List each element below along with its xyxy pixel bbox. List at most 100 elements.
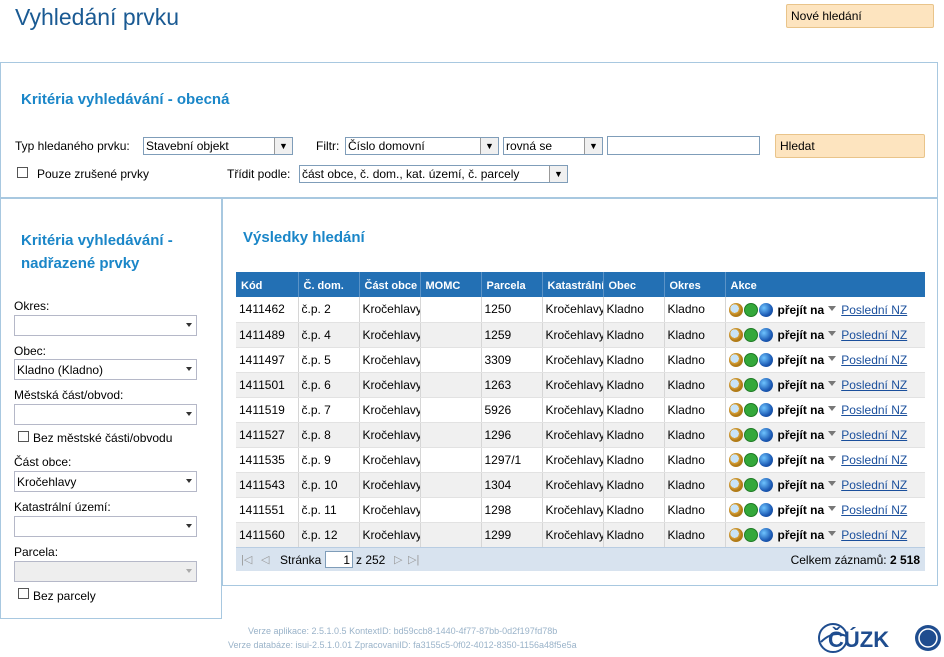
magnifier-icon[interactable]: [728, 477, 743, 492]
chevron-down-icon[interactable]: [828, 506, 837, 512]
page-input[interactable]: [325, 551, 353, 568]
only-cancelled-checkbox[interactable]: [17, 167, 28, 178]
cadastral-combo[interactable]: [14, 516, 197, 537]
goto-menu[interactable]: přejít na: [778, 528, 825, 542]
check-icon[interactable]: [743, 477, 758, 492]
chevron-down-icon[interactable]: [828, 531, 837, 537]
globe-icon[interactable]: [758, 402, 773, 417]
table-row[interactable]: 1411462 č.p. 2 Kročehlavy 1250 Kročehlavy Kla…: [236, 297, 925, 323]
last-nz-link[interactable]: Poslední NZ: [841, 428, 907, 442]
column-header[interactable]: MOMC: [420, 272, 482, 297]
globe-icon[interactable]: [758, 377, 773, 392]
chevron-down-icon[interactable]: [828, 381, 837, 387]
magnifier-icon[interactable]: [728, 427, 743, 442]
sort-select[interactable]: část obce, č. dom., kat. území, č. parce…: [299, 165, 568, 183]
column-header[interactable]: Akce: [725, 272, 925, 297]
goto-menu[interactable]: přejít na: [778, 353, 825, 367]
globe-icon[interactable]: [758, 327, 773, 342]
goto-menu[interactable]: přejít na: [778, 503, 825, 517]
check-icon[interactable]: [743, 452, 758, 467]
first-page-icon[interactable]: |◁: [241, 553, 252, 566]
last-nz-link[interactable]: Poslední NZ: [841, 353, 907, 367]
goto-menu[interactable]: přejít na: [778, 478, 825, 492]
globe-icon[interactable]: [758, 352, 773, 367]
city-part-combo[interactable]: [14, 404, 197, 425]
table-row[interactable]: 1411489 č.p. 4 Kročehlavy 1259 Kročehlavy Kla…: [236, 322, 925, 348]
magnifier-icon[interactable]: [728, 527, 743, 542]
magnifier-icon[interactable]: [728, 352, 743, 367]
check-icon[interactable]: [743, 327, 758, 342]
chevron-down-icon[interactable]: [828, 306, 837, 312]
type-select[interactable]: Stavební objekt ▼: [143, 137, 293, 155]
chevron-down-icon[interactable]: [828, 431, 837, 437]
district-combo[interactable]: [14, 315, 197, 336]
last-nz-link[interactable]: Poslední NZ: [841, 453, 907, 467]
globe-icon[interactable]: [758, 477, 773, 492]
chevron-down-icon[interactable]: [828, 406, 837, 412]
check-icon[interactable]: [743, 402, 758, 417]
last-nz-link[interactable]: Poslední NZ: [841, 503, 907, 517]
column-header[interactable]: Č. dom.: [298, 272, 360, 297]
column-header[interactable]: Obec: [603, 272, 665, 297]
table-row[interactable]: 1411543 č.p. 10 Kročehlavy 1304 Kročehlavy Kl…: [236, 472, 925, 498]
table-row[interactable]: 1411497 č.p. 5 Kročehlavy 3309 Kročehlavy Kla…: [236, 347, 925, 373]
municipality-combo[interactable]: Kladno (Kladno): [14, 359, 197, 380]
column-header[interactable]: Kód: [236, 272, 299, 297]
chevron-down-icon[interactable]: [828, 481, 837, 487]
no-parcel-checkbox[interactable]: [18, 588, 29, 599]
globe-icon[interactable]: [758, 502, 773, 517]
filter-value-input[interactable]: [607, 136, 760, 155]
table-row[interactable]: 1411519 č.p. 7 Kročehlavy 5926 Kročehlavy Kla…: [236, 397, 925, 423]
goto-menu[interactable]: přejít na: [778, 303, 825, 317]
new-search-button[interactable]: Nové hledání: [786, 4, 934, 28]
globe-icon[interactable]: [758, 302, 773, 317]
table-row[interactable]: 1411551 č.p. 11 Kročehlavy 1298 Kročehlavy Kl…: [236, 497, 925, 523]
column-header[interactable]: Část obce: [359, 272, 421, 297]
check-icon[interactable]: [743, 502, 758, 517]
last-page-icon[interactable]: ▷|: [408, 553, 419, 566]
magnifier-icon[interactable]: [728, 452, 743, 467]
check-icon[interactable]: [743, 352, 758, 367]
operator-select[interactable]: rovná se ▼: [503, 137, 603, 155]
chevron-down-icon[interactable]: [828, 456, 837, 462]
last-nz-link[interactable]: Poslední NZ: [841, 378, 907, 392]
column-header[interactable]: Okres: [664, 272, 726, 297]
parcel-combo[interactable]: [14, 561, 197, 582]
last-nz-link[interactable]: Poslední NZ: [841, 303, 907, 317]
goto-menu[interactable]: přejít na: [778, 428, 825, 442]
magnifier-icon[interactable]: [728, 302, 743, 317]
chevron-down-icon[interactable]: [828, 356, 837, 362]
globe-icon[interactable]: [758, 427, 773, 442]
column-header[interactable]: Katastrální: [542, 272, 604, 297]
chevron-down-icon[interactable]: [828, 331, 837, 337]
goto-menu[interactable]: přejít na: [778, 403, 825, 417]
globe-icon[interactable]: [758, 527, 773, 542]
municipality-part-combo[interactable]: Kročehlavy: [14, 471, 197, 492]
check-icon[interactable]: [743, 302, 758, 317]
column-header[interactable]: Parcela: [481, 272, 543, 297]
filter-select[interactable]: Číslo domovní ▼: [345, 137, 499, 155]
check-icon[interactable]: [743, 427, 758, 442]
table-row[interactable]: 1411535 č.p. 9 Kročehlavy 1297/1 Kročehlavy K…: [236, 447, 925, 473]
last-nz-link[interactable]: Poslední NZ: [841, 403, 907, 417]
check-icon[interactable]: [743, 377, 758, 392]
no-city-part-checkbox[interactable]: [18, 431, 29, 442]
check-icon[interactable]: [743, 527, 758, 542]
table-row[interactable]: 1411527 č.p. 8 Kročehlavy 1296 Kročehlavy Kla…: [236, 422, 925, 448]
last-nz-link[interactable]: Poslední NZ: [841, 328, 907, 342]
table-row[interactable]: 1411501 č.p. 6 Kročehlavy 1263 Kročehlavy Kla…: [236, 372, 925, 398]
globe-icon[interactable]: [758, 452, 773, 467]
magnifier-icon[interactable]: [728, 377, 743, 392]
magnifier-icon[interactable]: [728, 327, 743, 342]
search-button[interactable]: Hledat: [775, 134, 925, 158]
goto-menu[interactable]: přejít na: [778, 453, 825, 467]
last-nz-link[interactable]: Poslední NZ: [841, 528, 907, 542]
next-page-icon[interactable]: ▷: [394, 553, 402, 566]
magnifier-icon[interactable]: [728, 402, 743, 417]
magnifier-icon[interactable]: [728, 502, 743, 517]
prev-page-icon[interactable]: ◁: [261, 553, 269, 566]
table-row[interactable]: 1411560 č.p. 12 Kročehlavy 1299 Kročehlavy Kl…: [236, 522, 925, 548]
last-nz-link[interactable]: Poslední NZ: [841, 478, 907, 492]
goto-menu[interactable]: přejít na: [778, 378, 825, 392]
goto-menu[interactable]: přejít na: [778, 328, 825, 342]
